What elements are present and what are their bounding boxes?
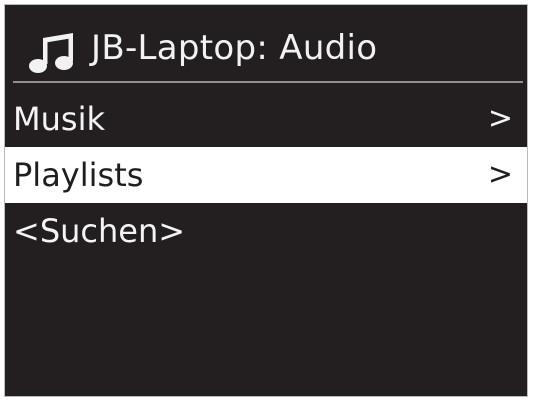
chevron-right-icon: > xyxy=(487,157,513,192)
header-divider xyxy=(13,81,523,83)
page-title: JB-Laptop: Audio xyxy=(91,28,378,68)
music-note-icon xyxy=(29,33,73,73)
menu-item-label: Playlists xyxy=(13,156,144,194)
menu-item-suchen[interactable]: <Suchen> xyxy=(5,203,527,259)
menu-item-label: Musik xyxy=(13,100,105,138)
menu-item-label: <Suchen> xyxy=(13,212,186,250)
menu-item-musik[interactable]: Musik > xyxy=(5,91,527,147)
header: JB-Laptop: Audio xyxy=(5,5,527,83)
radio-display: JB-Laptop: Audio Musik > Playlists > <Su… xyxy=(4,4,528,397)
menu-item-playlists[interactable]: Playlists > xyxy=(5,147,527,203)
menu-list: Musik > Playlists > <Suchen> xyxy=(5,91,527,259)
chevron-right-icon: > xyxy=(487,101,513,136)
